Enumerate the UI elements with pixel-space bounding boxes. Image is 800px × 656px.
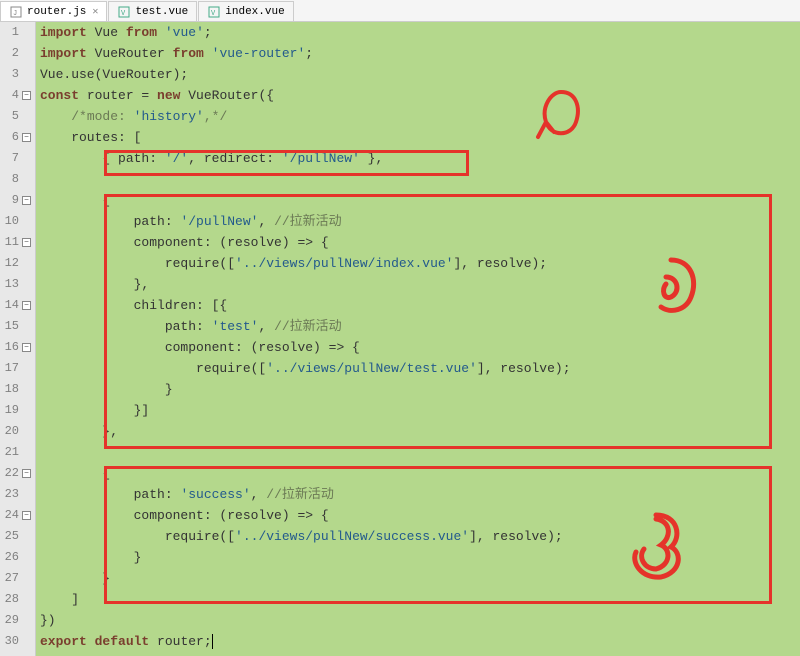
code-line[interactable]: { path: '/', redirect: '/pullNew' }, — [40, 148, 800, 169]
vue-file-icon: V — [117, 5, 131, 19]
close-icon[interactable]: ✕ — [92, 6, 98, 18]
gutter-line: 21 — [0, 442, 31, 463]
code-area[interactable]: import Vue from 'vue';import VueRouter f… — [36, 22, 800, 656]
editor-tabs: J router.js ✕ V test.vue V index.vue — [0, 0, 800, 22]
code-line[interactable]: path: 'success', //拉新活动 — [40, 484, 800, 505]
fold-toggle-icon[interactable]: − — [22, 511, 31, 520]
code-line[interactable]: routes: [ — [40, 127, 800, 148]
gutter-line: 30 — [0, 631, 31, 652]
fold-toggle-icon[interactable]: − — [22, 469, 31, 478]
gutter-line: 9− — [0, 190, 31, 211]
code-line[interactable]: { — [40, 463, 800, 484]
code-line[interactable]: const router = new VueRouter({ — [40, 85, 800, 106]
code-line[interactable]: import VueRouter from 'vue-router'; — [40, 43, 800, 64]
vue-file-icon: V — [207, 5, 221, 19]
gutter-line: 6− — [0, 127, 31, 148]
code-line[interactable]: Vue.use(VueRouter); — [40, 64, 800, 85]
code-line[interactable]: require(['../views/pullNew/index.vue'], … — [40, 253, 800, 274]
code-line[interactable]: export default router; — [40, 631, 800, 652]
tab-test-vue[interactable]: V test.vue — [108, 1, 197, 21]
code-line[interactable]: }) — [40, 610, 800, 631]
gutter-line: 18 — [0, 379, 31, 400]
text-cursor — [212, 634, 213, 649]
gutter-line: 23 — [0, 484, 31, 505]
gutter-line: 10 — [0, 211, 31, 232]
gutter-line: 15 — [0, 316, 31, 337]
gutter-line: 19 — [0, 400, 31, 421]
code-line[interactable]: path: 'test', //拉新活动 — [40, 316, 800, 337]
tab-label: test.vue — [135, 6, 188, 18]
code-line[interactable]: import Vue from 'vue'; — [40, 22, 800, 43]
tab-index-vue[interactable]: V index.vue — [198, 1, 293, 21]
code-line[interactable]: } — [40, 379, 800, 400]
js-file-icon: J — [9, 5, 23, 19]
gutter-line: 17 — [0, 358, 31, 379]
code-line[interactable]: { — [40, 190, 800, 211]
fold-toggle-icon[interactable]: − — [22, 91, 31, 100]
code-line[interactable]: component: (resolve) => { — [40, 337, 800, 358]
tab-label: index.vue — [225, 6, 284, 18]
gutter-line: 26 — [0, 547, 31, 568]
tab-router-js[interactable]: J router.js ✕ — [0, 1, 107, 21]
gutter-line: 8 — [0, 169, 31, 190]
gutter-line: 7 — [0, 148, 31, 169]
gutter-line: 11− — [0, 232, 31, 253]
code-line[interactable] — [40, 169, 800, 190]
fold-toggle-icon[interactable]: − — [22, 196, 31, 205]
fold-toggle-icon[interactable]: − — [22, 133, 31, 142]
gutter-line: 27 — [0, 568, 31, 589]
code-line[interactable]: children: [{ — [40, 295, 800, 316]
gutter-line: 24− — [0, 505, 31, 526]
code-line[interactable]: component: (resolve) => { — [40, 505, 800, 526]
gutter-line: 2 — [0, 43, 31, 64]
code-line[interactable]: /*mode: 'history',*/ — [40, 106, 800, 127]
gutter-line: 5 — [0, 106, 31, 127]
code-line[interactable]: }] — [40, 400, 800, 421]
gutter-line: 28 — [0, 589, 31, 610]
gutter-line: 29 — [0, 610, 31, 631]
code-editor[interactable]: 1234−56−789−1011−121314−1516−17181920212… — [0, 22, 800, 656]
gutter-line: 12 — [0, 253, 31, 274]
code-line[interactable]: ] — [40, 589, 800, 610]
fold-toggle-icon[interactable]: − — [22, 301, 31, 310]
code-line[interactable]: require(['../views/pullNew/test.vue'], r… — [40, 358, 800, 379]
gutter-line: 14− — [0, 295, 31, 316]
gutter-line: 4− — [0, 85, 31, 106]
gutter-line: 13 — [0, 274, 31, 295]
code-line[interactable]: } — [40, 568, 800, 589]
gutter-line: 1 — [0, 22, 31, 43]
gutter-line: 16− — [0, 337, 31, 358]
code-line[interactable]: }, — [40, 274, 800, 295]
fold-toggle-icon[interactable]: − — [22, 343, 31, 352]
code-line[interactable]: }, — [40, 421, 800, 442]
svg-text:J: J — [13, 10, 17, 18]
gutter-line: 3 — [0, 64, 31, 85]
code-line[interactable]: component: (resolve) => { — [40, 232, 800, 253]
tab-label: router.js — [27, 6, 86, 18]
gutter-line: 22− — [0, 463, 31, 484]
line-gutter: 1234−56−789−1011−121314−1516−17181920212… — [0, 22, 36, 656]
gutter-line: 20 — [0, 421, 31, 442]
code-line[interactable] — [40, 442, 800, 463]
fold-toggle-icon[interactable]: − — [22, 238, 31, 247]
code-line[interactable]: path: '/pullNew', //拉新活动 — [40, 211, 800, 232]
gutter-line: 25 — [0, 526, 31, 547]
code-line[interactable]: } — [40, 547, 800, 568]
code-line[interactable]: require(['../views/pullNew/success.vue']… — [40, 526, 800, 547]
